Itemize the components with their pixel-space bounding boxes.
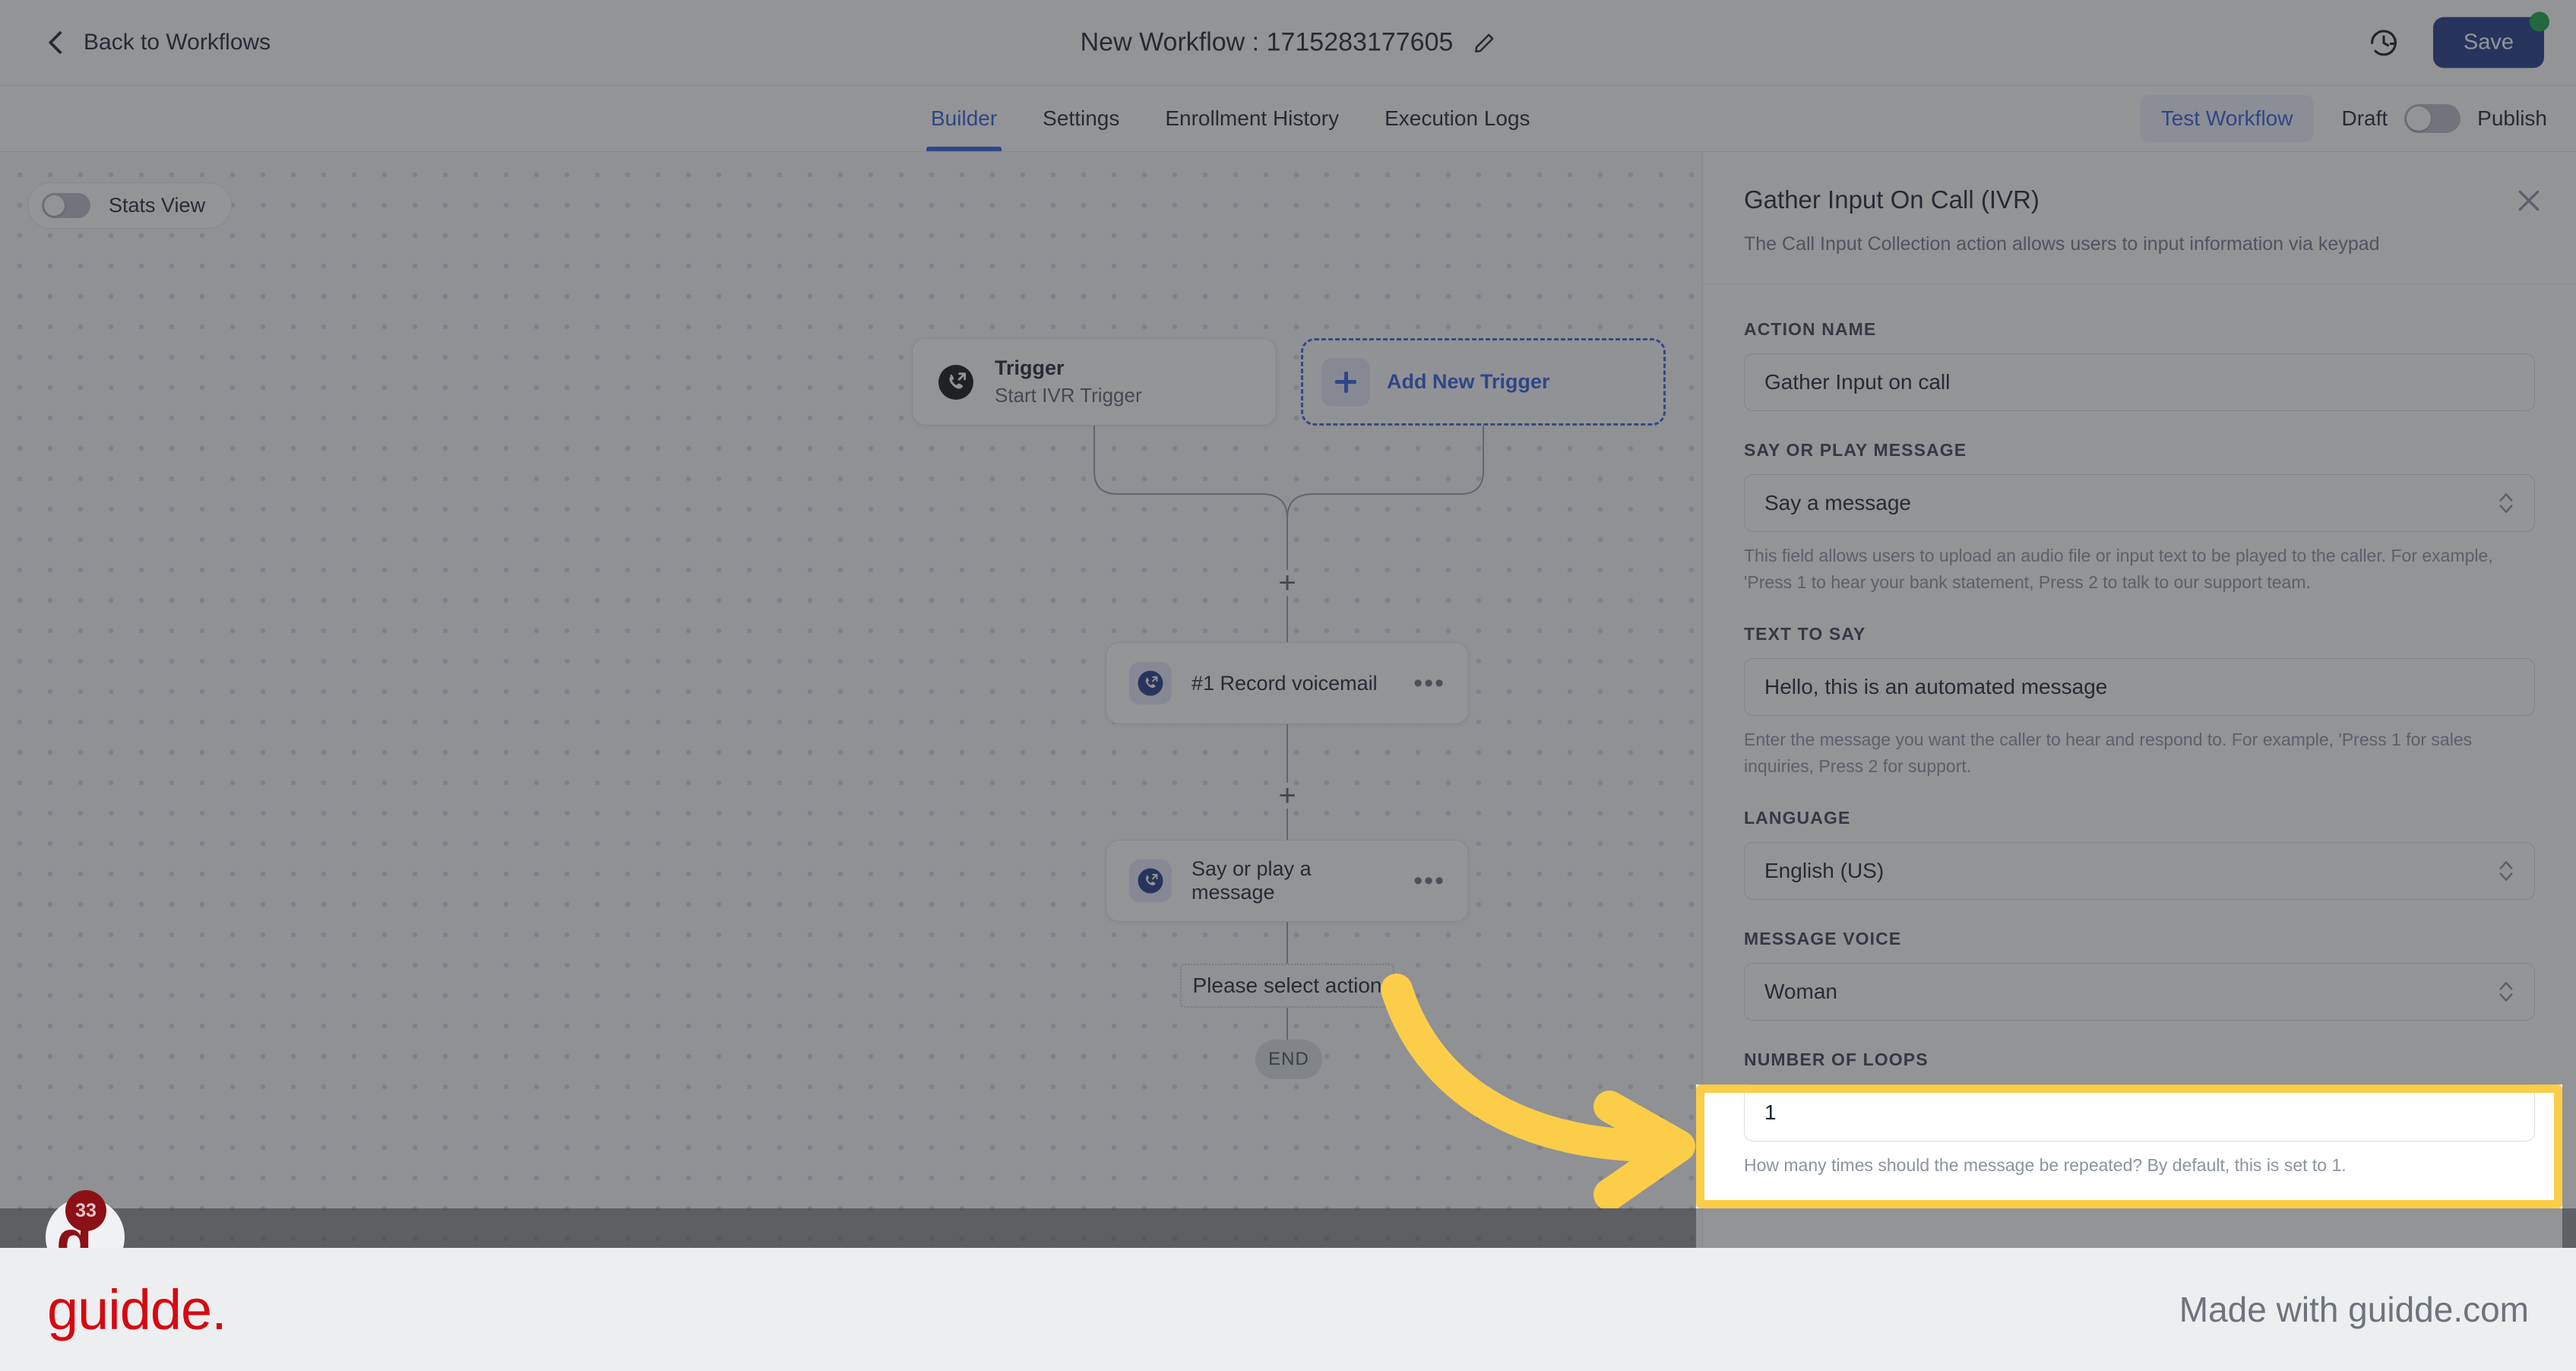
unsaved-changes-indicator xyxy=(2530,11,2549,32)
tab-settings-label: Settings xyxy=(1043,106,1120,130)
add-new-trigger-label: Add New Trigger xyxy=(1387,370,1550,393)
pencil-icon[interactable] xyxy=(1473,31,1495,54)
action-name-input[interactable]: Gather Input on call xyxy=(1744,353,2535,411)
field-say-or-play-message-label: SAY OR PLAY MESSAGE xyxy=(1744,440,1967,460)
field-message-voice: MESSAGE VOICE Woman xyxy=(1744,929,2535,1021)
phone-call-icon xyxy=(1129,860,1172,902)
publish-toggle-group: Draft Publish xyxy=(2341,104,2547,133)
chevron-left-icon xyxy=(48,30,72,55)
panel-header: Gather Input On Call (IVR) The Call Inpu… xyxy=(1703,152,2576,284)
add-step-icon[interactable]: + xyxy=(1274,780,1300,811)
field-language: LANGUAGE English (US) xyxy=(1744,808,2535,900)
more-horizontal-icon[interactable]: ••• xyxy=(1413,670,1445,696)
phone-call-icon xyxy=(1129,662,1172,704)
action-node-say-or-play-message[interactable]: Say or play a message ••• xyxy=(1106,840,1469,922)
field-say-or-play-message-help: This field allows users to upload an aud… xyxy=(1744,546,2493,592)
field-text-to-say-help: Enter the message you want the caller to… xyxy=(1744,730,2473,776)
action-config-panel: Gather Input On Call (IVR) The Call Inpu… xyxy=(1702,152,2576,1248)
field-message-voice-label: MESSAGE VOICE xyxy=(1744,929,1902,948)
stats-view-switch-knob xyxy=(44,195,65,216)
header-actions: Save xyxy=(2368,11,2549,68)
tab-execution-logs-label: Execution Logs xyxy=(1385,106,1530,130)
page-title: New Workflow : 1715283177605 xyxy=(1080,27,1454,57)
chevron-updown-icon xyxy=(2498,978,2514,1005)
tab-list: Builder Settings Enrollment History Exec… xyxy=(908,86,1553,151)
tab-builder[interactable]: Builder xyxy=(908,86,1020,151)
notification-count-badge: 33 xyxy=(65,1190,106,1231)
back-to-workflows-button[interactable]: Back to Workflows xyxy=(48,30,271,55)
number-of-loops-input[interactable]: 1 xyxy=(1744,1084,2535,1141)
action-node-2-content: Say or play a message xyxy=(1129,857,1394,904)
screenshot-root: Back to Workflows New Workflow : 1715283… xyxy=(0,0,2576,1371)
guidde-footer: guidde. Made with guidde.com xyxy=(0,1248,2576,1371)
language-select[interactable]: English (US) xyxy=(1744,842,2535,900)
save-button[interactable]: Save xyxy=(2432,17,2544,68)
publish-toggle-knob xyxy=(2407,106,2432,131)
field-number-of-loops: NUMBER OF LOOPS 1 How many times should … xyxy=(1744,1050,2535,1179)
action-node-1-label: #1 Record voicemail xyxy=(1191,671,1378,695)
save-button-wrapper: Save xyxy=(2432,11,2549,68)
tab-enrollment-history[interactable]: Enrollment History xyxy=(1142,86,1362,151)
workflow-title-group: New Workflow : 1715283177605 xyxy=(1081,28,1496,58)
tab-bar: Builder Settings Enrollment History Exec… xyxy=(0,86,2576,152)
chevron-updown-icon xyxy=(2498,489,2514,517)
stats-view-label: Stats View xyxy=(109,194,206,217)
chevron-updown-icon xyxy=(2498,857,2514,885)
field-language-label: LANGUAGE xyxy=(1744,808,1851,828)
say-or-play-message-value: Say a message xyxy=(1764,491,1911,515)
publish-toggle[interactable] xyxy=(2404,104,2461,133)
say-or-play-message-select[interactable]: Say a message xyxy=(1744,474,2535,532)
stats-view-toggle[interactable]: Stats View xyxy=(27,182,233,229)
close-icon[interactable] xyxy=(2514,185,2544,216)
field-text-to-say: TEXT TO SAY Hello, this is an automated … xyxy=(1744,624,2535,779)
trigger-node-subtitle: Start IVR Trigger xyxy=(995,384,1142,407)
tab-bar-actions: Test Workflow Draft Publish xyxy=(2139,95,2547,142)
field-action-name-label: ACTION NAME xyxy=(1744,319,1877,339)
made-with-guidde-label: Made with guidde.com xyxy=(2179,1290,2529,1329)
action-node-1-content: #1 Record voicemail xyxy=(1129,662,1378,704)
field-number-of-loops-label: NUMBER OF LOOPS xyxy=(1744,1050,1929,1069)
tab-enrollment-history-label: Enrollment History xyxy=(1165,106,1340,130)
field-text-to-say-label: TEXT TO SAY xyxy=(1744,624,1866,644)
field-number-of-loops-help: How many times should the message be rep… xyxy=(1744,1155,2347,1175)
panel-body: ACTION NAME Gather Input on call SAY OR … xyxy=(1703,284,2576,1179)
plus-icon xyxy=(1321,357,1370,407)
text-to-say-input[interactable]: Hello, this is an automated message xyxy=(1744,658,2535,716)
end-badge: END xyxy=(1255,1040,1322,1079)
field-say-or-play-message: SAY OR PLAY MESSAGE Say a message This f… xyxy=(1744,440,2535,595)
action-node-2-label: Say or play a message xyxy=(1191,857,1312,904)
stats-view-switch[interactable] xyxy=(42,193,90,218)
trigger-node-title: Trigger xyxy=(995,356,1065,379)
add-step-icon[interactable]: + xyxy=(1274,568,1300,598)
top-header-bar: Back to Workflows New Workflow : 1715283… xyxy=(0,0,2576,86)
phone-call-icon xyxy=(937,363,975,401)
action-node-record-voicemail[interactable]: #1 Record voicemail ••• xyxy=(1106,642,1469,724)
back-to-workflows-label: Back to Workflows xyxy=(84,30,271,55)
message-voice-select[interactable]: Woman xyxy=(1744,963,2535,1021)
app-screen: Back to Workflows New Workflow : 1715283… xyxy=(0,0,2576,1277)
publish-label: Publish xyxy=(2477,106,2547,130)
more-horizontal-icon[interactable]: ••• xyxy=(1413,868,1445,894)
guidde-logo: guidde. xyxy=(47,1278,227,1341)
panel-description: The Call Input Collection action allows … xyxy=(1744,233,2380,255)
field-action-name: ACTION NAME Gather Input on call xyxy=(1744,319,2535,411)
draft-label: Draft xyxy=(2341,106,2388,130)
tab-builder-label: Builder xyxy=(931,106,998,130)
language-value: English (US) xyxy=(1764,859,1885,882)
tab-settings[interactable]: Settings xyxy=(1020,86,1142,151)
trigger-node[interactable]: Trigger Start IVR Trigger xyxy=(912,338,1277,426)
tab-execution-logs[interactable]: Execution Logs xyxy=(1362,86,1552,151)
workflow-canvas[interactable]: Stats View Trigger Start IVR Trigger Add… xyxy=(0,152,1702,1248)
trigger-node-text: Trigger Start IVR Trigger xyxy=(995,356,1142,407)
panel-title: Gather Input On Call (IVR) xyxy=(1744,185,2040,214)
add-new-trigger-button[interactable]: Add New Trigger xyxy=(1301,338,1666,426)
select-action-placeholder[interactable]: Please select action xyxy=(1180,964,1394,1008)
message-voice-value: Woman xyxy=(1764,980,1837,1003)
history-clock-icon[interactable] xyxy=(2368,27,2400,59)
test-workflow-button[interactable]: Test Workflow xyxy=(2139,95,2315,142)
